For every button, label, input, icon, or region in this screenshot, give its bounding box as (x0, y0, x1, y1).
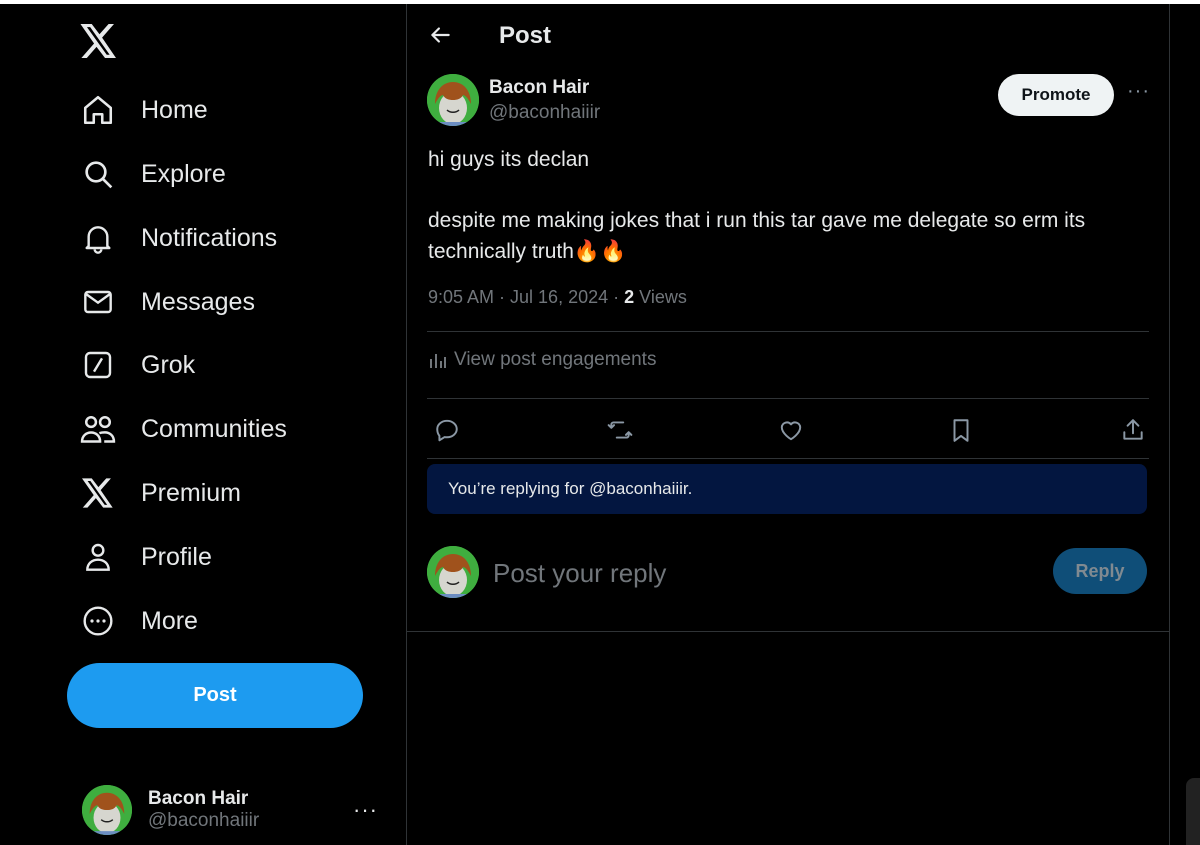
avatar[interactable] (427, 546, 479, 598)
nav-profile[interactable]: Profile (80, 533, 212, 581)
engagements-label: View post engagements (454, 349, 657, 370)
nav-messages[interactable]: Messages (80, 278, 255, 326)
divider (427, 398, 1149, 399)
nav-explore[interactable]: Explore (80, 150, 226, 198)
main-column: Post Bacon Hair @baconhaiiir Promote ···… (406, 4, 1170, 845)
person-icon (80, 539, 116, 575)
reply-composer: Reply (427, 546, 1149, 602)
like-icon[interactable] (775, 414, 807, 446)
views-count: 2 (624, 287, 635, 307)
share-icon[interactable] (1117, 414, 1149, 446)
nav-grok-label: Grok (141, 350, 196, 379)
search-icon (80, 156, 116, 192)
home-icon (80, 92, 116, 128)
post-button[interactable]: Post (67, 663, 363, 728)
nav-grok[interactable]: Grok (80, 341, 195, 389)
account-name: Bacon Hair (148, 788, 249, 809)
view-engagements-link[interactable]: View post engagements (428, 349, 656, 371)
nav-more-label: More (141, 606, 198, 635)
account-more-icon[interactable]: ··· (353, 797, 378, 823)
nav-premium-label: Premium (141, 478, 242, 507)
nav-communities[interactable]: Communities (80, 405, 287, 453)
tweet-meta: 9:05 AM · Jul 16, 2024 · 2 Views (428, 287, 687, 308)
people-icon (80, 411, 116, 447)
nav-notifications-label: Notifications (141, 223, 278, 252)
nav-communities-label: Communities (141, 414, 287, 443)
nav-home-label: Home (141, 95, 208, 124)
nav-explore-label: Explore (141, 159, 226, 188)
tweet-text-line: despite me making jokes that i run this … (428, 209, 1086, 263)
tweet-timestamp[interactable]: 9:05 AM · Jul 16, 2024 · (428, 287, 624, 307)
promote-button[interactable]: Promote (998, 74, 1114, 116)
tweet-header: Bacon Hair @baconhaiiir Promote ··· (427, 74, 1149, 130)
scrollbar[interactable] (1186, 778, 1200, 845)
views-label: Views (634, 287, 687, 307)
more-icon[interactable]: ··· (1127, 80, 1150, 103)
repost-icon[interactable] (604, 414, 636, 446)
author-name[interactable]: Bacon Hair (489, 77, 589, 99)
reply-input[interactable] (491, 554, 1015, 592)
nav-more[interactable]: More (80, 597, 198, 645)
nav-premium[interactable]: Premium (80, 469, 241, 517)
replying-banner: You’re replying for @baconhaiiir. (427, 464, 1147, 514)
replying-banner-text: You’re replying for @baconhaiiir. (448, 479, 693, 498)
author-handle[interactable]: @baconhaiiir (489, 102, 600, 124)
sidebar: Home Explore Notifications Messages Grok… (0, 4, 406, 845)
back-arrow-icon[interactable] (427, 22, 457, 52)
envelope-icon (80, 284, 116, 320)
analytics-icon (428, 350, 448, 370)
nav-home[interactable]: Home (80, 86, 208, 134)
header: Post (407, 4, 1169, 70)
bookmark-icon[interactable] (945, 414, 977, 446)
page-title: Post (499, 22, 552, 49)
action-bar (427, 408, 1149, 452)
account-handle: @baconhaiiir (148, 810, 260, 831)
avatar[interactable] (427, 74, 479, 126)
x-logo-icon (80, 475, 116, 511)
reply-icon[interactable] (431, 414, 463, 446)
bell-icon (80, 220, 116, 256)
x-logo-icon[interactable] (80, 24, 120, 64)
tweet-text-line: hi guys its declan (428, 148, 590, 171)
nav-profile-label: Profile (141, 542, 212, 571)
tweet-text: hi guys its declan despite me making jok… (428, 144, 1148, 267)
divider (427, 458, 1149, 459)
grok-icon (80, 347, 116, 383)
account-switcher[interactable]: Bacon Hair @baconhaiiir ··· (82, 783, 392, 837)
divider (427, 331, 1149, 332)
avatar (82, 785, 132, 835)
reply-button[interactable]: Reply (1053, 548, 1147, 594)
nav-messages-label: Messages (141, 287, 255, 316)
nav-notifications[interactable]: Notifications (80, 214, 277, 262)
divider (407, 631, 1169, 632)
more-circle-icon (80, 603, 116, 639)
